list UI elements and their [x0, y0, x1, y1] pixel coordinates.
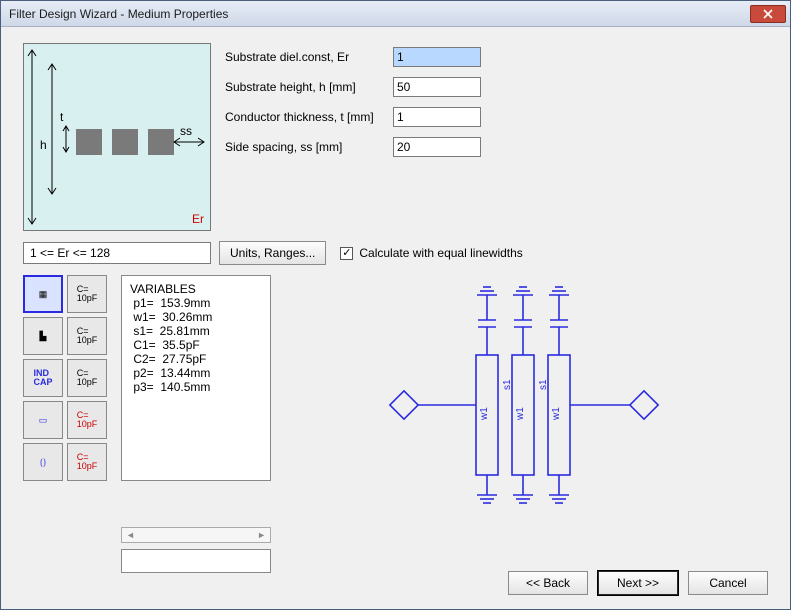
palette-cap-10pf-5[interactable]: C= 10pF	[67, 443, 107, 481]
label-t: Conductor thickness, t [mm]	[225, 110, 393, 124]
palette-type-1[interactable]: ▦	[23, 275, 63, 313]
var-p3: p3= 140.5mm	[130, 380, 262, 394]
diagram-h-label: h	[40, 138, 47, 152]
schematic-w1-2: w1	[515, 407, 526, 421]
schematic-s1-2: s1	[538, 379, 549, 390]
variables-header: VARIABLES	[130, 282, 262, 296]
input-t[interactable]	[393, 107, 481, 127]
topology-palette: ▦ C= 10pF ▙ C= 10pF IND CAP C= 10pF ▭ C=…	[23, 275, 113, 525]
palette-cap-10pf-2[interactable]: C= 10pF	[67, 317, 107, 355]
input-er[interactable]	[393, 47, 481, 67]
next-button[interactable]: Next >>	[598, 571, 678, 595]
client-area: t h ss Er Substrate diel.const, Er Subst…	[1, 27, 790, 609]
var-p1: p1= 153.9mm	[130, 296, 262, 310]
parameter-panel: Substrate diel.const, Er Substrate heigh…	[225, 47, 481, 231]
diagram-er-label: Er	[192, 212, 204, 226]
equal-linewidths-checkbox[interactable]	[340, 247, 353, 260]
var-s1: s1= 25.81mm	[130, 324, 262, 338]
palette-cap-10pf-4[interactable]: C= 10pF	[67, 401, 107, 439]
diagram-t-label: t	[60, 110, 63, 124]
var-c1: C1= 35.5pF	[130, 338, 262, 352]
equal-linewidths-label: Calculate with equal linewidths	[359, 246, 522, 260]
var-c2: C2= 27.75pF	[130, 352, 262, 366]
variables-box[interactable]: VARIABLES p1= 153.9mm w1= 30.26mm s1= 25…	[121, 275, 271, 481]
schematic-w1-1: w1	[479, 407, 490, 421]
palette-cap-10pf-3[interactable]: C= 10pF	[67, 359, 107, 397]
palette-type-2[interactable]: ▙	[23, 317, 63, 355]
input-ss[interactable]	[393, 137, 481, 157]
schematic-w1-3: w1	[551, 407, 562, 421]
titlebar: Filter Design Wizard - Medium Properties	[1, 1, 790, 27]
wizard-window: Filter Design Wizard - Medium Properties	[0, 0, 791, 610]
constraint-display: 1 <= Er <= 128	[23, 242, 211, 264]
palette-type-4[interactable]: ⟮⟯	[23, 443, 63, 481]
schematic-s1-1: s1	[502, 379, 513, 390]
status-box	[121, 549, 271, 573]
substrate-diagram: t h ss Er	[23, 43, 211, 231]
palette-type-ind-cap[interactable]: IND CAP	[23, 359, 63, 397]
label-ss: Side spacing, ss [mm]	[225, 140, 393, 154]
close-button[interactable]	[750, 5, 786, 23]
diagram-ss-label: ss	[180, 124, 192, 138]
palette-type-3[interactable]: ▭	[23, 401, 63, 439]
var-p2: p2= 13.44mm	[130, 366, 262, 380]
variables-hscroll[interactable]: ◄►	[121, 527, 271, 543]
cancel-button[interactable]: Cancel	[688, 571, 768, 595]
units-ranges-button[interactable]: Units, Ranges...	[219, 241, 326, 265]
palette-cap-10pf-1[interactable]: C= 10pF	[67, 275, 107, 313]
label-h: Substrate height, h [mm]	[225, 80, 393, 94]
window-title: Filter Design Wizard - Medium Properties	[9, 7, 750, 21]
label-er: Substrate diel.const, Er	[225, 50, 393, 64]
schematic-preview: w1 w1 w1 s1 s1	[279, 275, 768, 525]
wizard-footer: << Back Next >> Cancel	[508, 571, 768, 595]
back-button[interactable]: << Back	[508, 571, 588, 595]
input-h[interactable]	[393, 77, 481, 97]
var-w1: w1= 30.26mm	[130, 310, 262, 324]
